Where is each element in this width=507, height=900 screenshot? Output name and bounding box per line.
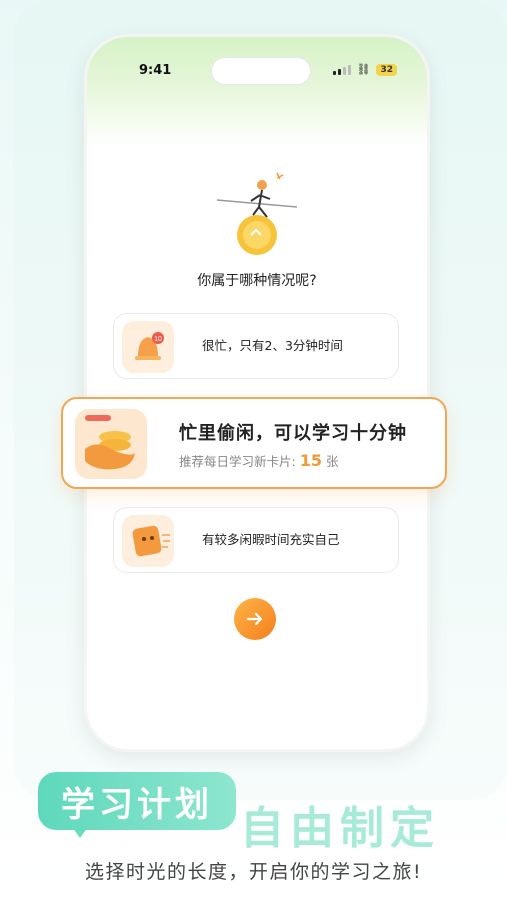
svg-text:10: 10 [154, 336, 162, 343]
alarm-bell-icon: 10 [122, 321, 174, 373]
arrow-right-icon [246, 612, 263, 626]
option-busy[interactable]: 10 很忙，只有2、3分钟时间 [113, 313, 399, 379]
phone-mockup: 9:41 ⛓ 32 你属于哪种情况呢? 10 很忙，只有2、3分钟时间 有较多闲… [84, 34, 430, 752]
card-count: 15 [299, 451, 322, 470]
status-icons: ⛓ 32 [332, 63, 397, 76]
option-ten-minutes-title: 忙里偷闲，可以学习十分钟 [179, 423, 407, 444]
option-free-time-label: 有较多闲暇时间充实自己 [202, 532, 340, 547]
study-plan-tag: 学习计划 [38, 772, 236, 830]
screen-header-gradient [87, 37, 427, 147]
coin-runner-illustration [216, 172, 298, 255]
battery-badge: 32 [376, 63, 397, 76]
option-busy-label: 很忙，只有2、3分钟时间 [202, 338, 343, 353]
promo-subtitle: 选择时光的长度，开启你的学习之旅! [84, 861, 423, 883]
next-button[interactable] [234, 598, 276, 640]
link-icon: ⛓ [356, 63, 371, 76]
status-time: 9:41 [139, 63, 172, 78]
promo-headline: 自由制定 [240, 803, 440, 854]
option-ten-minutes-selected[interactable]: 忙里偷闲，可以学习十分钟 推荐每日学习新卡片: 15 张 [61, 397, 447, 489]
hand-coins-icon [75, 409, 147, 479]
dynamic-island [211, 57, 311, 85]
recommendation-label: 推荐每日学习新卡片: [179, 454, 296, 469]
signal-icon [332, 64, 351, 75]
tag-tail [70, 824, 90, 838]
option-free-time[interactable]: 有较多闲暇时间充实自己 [113, 507, 399, 573]
toast-runner-icon [122, 515, 174, 567]
card-unit: 张 [325, 454, 339, 469]
question-title: 你属于哪种情况呢? [197, 273, 317, 289]
recommendation-text: 推荐每日学习新卡片: 15 张 [179, 451, 339, 470]
